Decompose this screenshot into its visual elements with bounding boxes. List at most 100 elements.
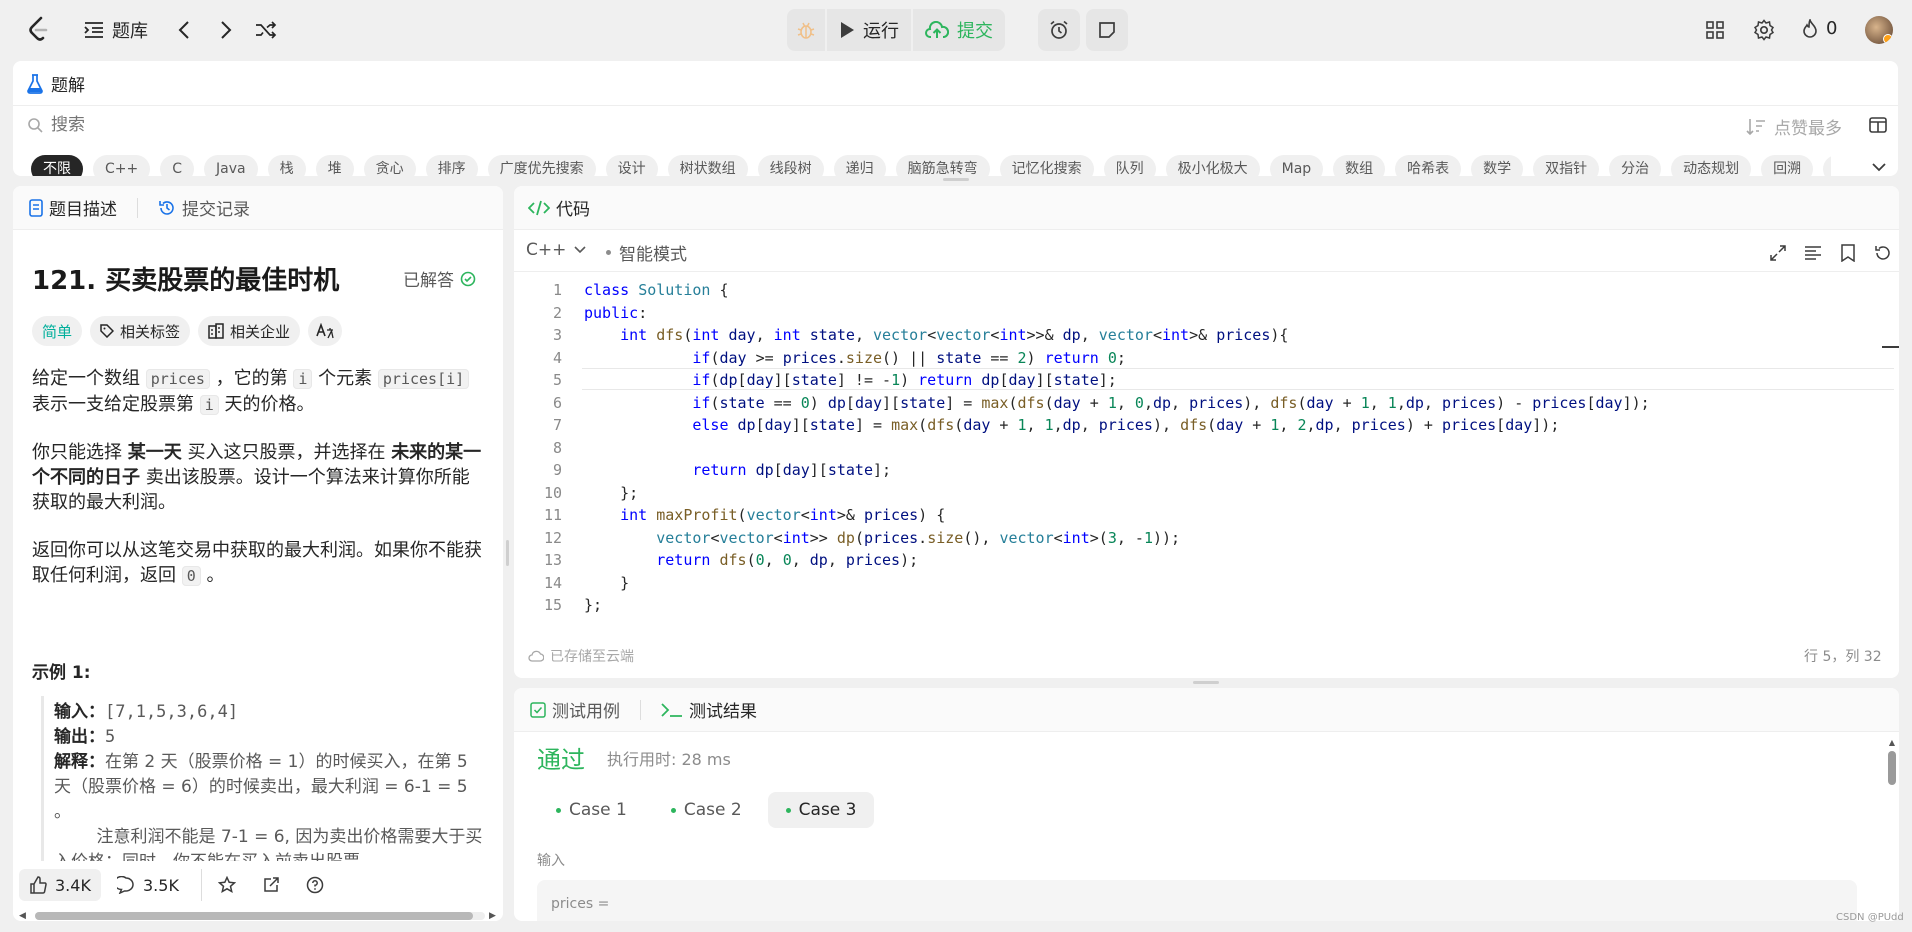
related-companies-button[interactable]: 相关企业 bbox=[198, 316, 301, 346]
code-editor[interactable]: 1 2 3 4 5 6 7 8 9 10 11 12 13 14 15 class Solution { p… bbox=[514, 281, 1884, 621]
resize-handle[interactable] bbox=[1193, 681, 1219, 684]
problem-list-button[interactable]: 题库 bbox=[84, 10, 148, 50]
filter-tag[interactable]: 排序 bbox=[425, 155, 478, 176]
filter-tag[interactable]: 递归 bbox=[833, 155, 886, 176]
tab-testcases[interactable]: 测试用例 bbox=[530, 697, 620, 722]
filter-tag[interactable]: 脑筋急转弯 bbox=[895, 155, 990, 176]
line-number: 9 bbox=[552, 461, 562, 479]
next-problem-icon[interactable] bbox=[214, 16, 238, 44]
star-icon[interactable] bbox=[217, 875, 237, 895]
filter-tag[interactable]: 回溯 bbox=[1761, 155, 1814, 176]
input-label: 输入 bbox=[537, 853, 565, 869]
tab-submissions[interactable]: 提交记录 bbox=[158, 195, 250, 220]
help-icon[interactable] bbox=[305, 875, 325, 895]
sort-label: 点赞最多 bbox=[1774, 119, 1842, 139]
reset-icon[interactable] bbox=[1872, 242, 1894, 264]
submit-label: 提交 bbox=[957, 21, 993, 42]
filter-tag[interactable]: Map bbox=[1269, 155, 1324, 176]
search-icon bbox=[27, 117, 43, 133]
streak-counter[interactable]: 0 bbox=[1802, 18, 1837, 39]
filter-tag[interactable]: 哈希表 bbox=[1395, 155, 1462, 176]
expand-icon[interactable] bbox=[1767, 242, 1789, 264]
text: 个元素 bbox=[318, 368, 373, 389]
example-block: 输入：[7,1,5,3,6,4] 输出：5 解释：在第 2 天（股票价格 = 1… bbox=[54, 700, 484, 875]
smart-mode-toggle[interactable]: 智能模式 bbox=[606, 240, 687, 265]
code-title: 代码 bbox=[556, 200, 590, 220]
tab-description-label: 题目描述 bbox=[49, 200, 117, 220]
scrollbar-thumb[interactable] bbox=[1888, 751, 1896, 785]
gear-icon[interactable] bbox=[1752, 18, 1776, 42]
sort-dropdown[interactable]: 点赞最多 bbox=[1746, 114, 1842, 139]
saved-label: 已存储至云端 bbox=[550, 649, 634, 665]
cloud-upload-icon bbox=[925, 21, 949, 39]
vertical-scrollbar[interactable]: ▲ bbox=[1887, 738, 1897, 918]
shuffle-icon[interactable] bbox=[252, 16, 280, 44]
bookmark-icon[interactable] bbox=[1837, 242, 1859, 264]
filter-tag[interactable]: 堆 bbox=[315, 155, 354, 176]
filter-tag[interactable]: 双指针 bbox=[1533, 155, 1600, 176]
filter-tag[interactable]: 广度优先搜索 bbox=[487, 155, 596, 176]
horizontal-scrollbar[interactable] bbox=[35, 912, 485, 920]
filter-tag[interactable]: 极小化极大 bbox=[1165, 155, 1260, 176]
filter-tag[interactable]: 栈 bbox=[267, 155, 306, 176]
chevron-down-icon[interactable] bbox=[1869, 157, 1889, 176]
filter-tag[interactable]: C bbox=[160, 155, 195, 176]
case-tab[interactable]: Case 1 bbox=[538, 792, 645, 828]
filter-tag[interactable]: C++ bbox=[93, 155, 151, 176]
tab-result[interactable]: 测试结果 bbox=[661, 697, 757, 722]
input-box[interactable]: prices = bbox=[537, 880, 1857, 921]
filter-tag[interactable]: 分治 bbox=[1609, 155, 1662, 176]
scroll-up-icon[interactable]: ▲ bbox=[1887, 738, 1897, 747]
streak-count: 0 bbox=[1826, 18, 1838, 39]
resize-handle[interactable] bbox=[943, 178, 969, 181]
case-tab[interactable]: Case 3 bbox=[767, 792, 875, 828]
debug-button[interactable] bbox=[787, 9, 825, 51]
scrollbar-thumb[interactable] bbox=[35, 912, 473, 920]
scroll-left-icon[interactable]: ◀ bbox=[19, 911, 26, 921]
timer-button[interactable] bbox=[1038, 9, 1080, 51]
format-align-icon[interactable] bbox=[1802, 242, 1824, 264]
leetcode-logo-icon[interactable] bbox=[26, 14, 52, 44]
code-tab[interactable]: 代码 bbox=[528, 195, 590, 220]
split-view-icon[interactable] bbox=[1868, 115, 1888, 135]
filter-tag[interactable]: 数学 bbox=[1471, 155, 1524, 176]
example-title: 示例 1: bbox=[32, 663, 91, 683]
filter-tag[interactable]: 线段树 bbox=[757, 155, 824, 176]
filter-tag[interactable]: 贪心 bbox=[363, 155, 416, 176]
tag-icon bbox=[100, 324, 115, 338]
code-line: int maxProfit(vector<int>& prices) { bbox=[620, 506, 946, 524]
filter-tag[interactable]: Java bbox=[204, 155, 258, 176]
submit-button[interactable]: 提交 bbox=[913, 9, 1005, 51]
run-button[interactable]: 运行 bbox=[827, 9, 911, 51]
chevron-down-icon bbox=[574, 246, 586, 254]
code-line: else dp[day][state] = max(dfs(day + 1, 1… bbox=[692, 416, 1560, 434]
solved-status: 已解答 bbox=[403, 266, 476, 291]
filter-tag[interactable]: 不限 bbox=[31, 155, 83, 176]
translate-button[interactable] bbox=[308, 316, 343, 346]
scroll-right-icon[interactable]: ▶ bbox=[489, 911, 496, 921]
filter-tag[interactable]: 树状数组 bbox=[667, 155, 748, 176]
case-tab[interactable]: Case 2 bbox=[653, 792, 760, 828]
result-panel: 测试用例 测试结果 通过 执行用时: 28 ms Case 1 Case 2 Cas… bbox=[514, 688, 1899, 921]
share-icon[interactable] bbox=[261, 875, 281, 895]
search-box[interactable] bbox=[27, 115, 551, 135]
avatar[interactable] bbox=[1865, 16, 1893, 44]
tab-description[interactable]: 题目描述 bbox=[29, 195, 117, 220]
layout-grid-icon[interactable] bbox=[1703, 18, 1727, 42]
resize-handle[interactable] bbox=[506, 540, 509, 566]
filter-tag[interactable]: 数组 bbox=[1333, 155, 1386, 176]
language-selector[interactable]: C++ bbox=[526, 240, 586, 260]
like-button[interactable]: 3.4K bbox=[19, 869, 101, 901]
filter-tag[interactable]: 记忆化搜索 bbox=[999, 155, 1094, 176]
comments-button[interactable]: 3.5K bbox=[117, 869, 179, 901]
related-tags-button[interactable]: 相关标签 bbox=[90, 316, 191, 346]
search-input[interactable] bbox=[51, 115, 551, 135]
filter-tag[interactable]: 队列 bbox=[1103, 155, 1156, 176]
prev-problem-icon[interactable] bbox=[172, 16, 196, 44]
notes-button[interactable] bbox=[1086, 9, 1128, 51]
filter-tag[interactable]: 动态规划 bbox=[1671, 155, 1752, 176]
filter-tag[interactable]: 设计 bbox=[605, 155, 658, 176]
filter-tag[interactable]: 状态压缩 bbox=[1823, 155, 1831, 176]
problem-title[interactable]: 121. 买卖股票的最佳时机 bbox=[32, 260, 339, 297]
solutions-header[interactable]: 题解 bbox=[27, 71, 85, 96]
